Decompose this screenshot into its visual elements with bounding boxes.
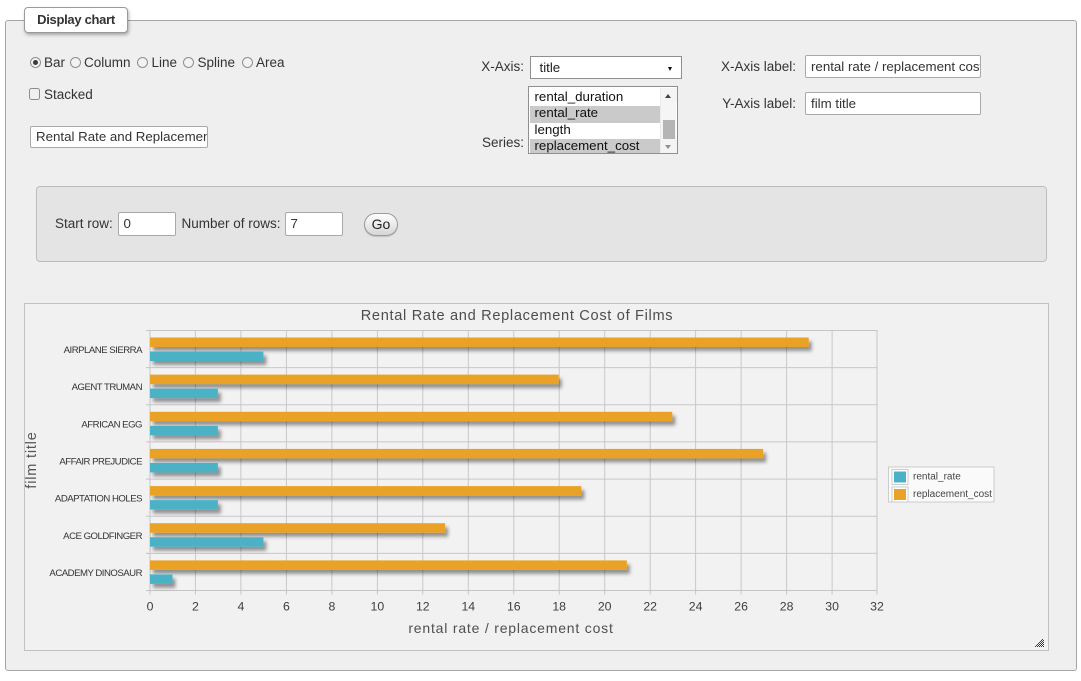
svg-text:film title: film title <box>24 431 40 488</box>
svg-text:AFFAIR PREJUDICE: AFFAIR PREJUDICE <box>59 457 142 468</box>
svg-text:AIRPLANE SIERRA: AIRPLANE SIERRA <box>64 345 143 356</box>
svg-text:30: 30 <box>825 600 839 614</box>
svg-text:4: 4 <box>237 600 244 614</box>
svg-text:replacement_cost: replacement_cost <box>913 489 992 500</box>
svg-text:AFRICAN EGG: AFRICAN EGG <box>81 419 142 430</box>
svg-text:6: 6 <box>283 600 290 614</box>
svg-text:2: 2 <box>192 600 199 614</box>
svg-text:22: 22 <box>643 600 657 614</box>
svg-text:AGENT TRUMAN: AGENT TRUMAN <box>72 382 143 393</box>
svg-text:12: 12 <box>416 600 430 614</box>
svg-text:28: 28 <box>780 600 794 614</box>
svg-text:18: 18 <box>552 600 566 614</box>
svg-text:ACE GOLDFINGER: ACE GOLDFINGER <box>63 531 142 542</box>
svg-text:ADAPTATION HOLES: ADAPTATION HOLES <box>55 494 142 505</box>
svg-text:14: 14 <box>461 600 475 614</box>
svg-text:24: 24 <box>689 600 703 614</box>
svg-text:20: 20 <box>598 600 612 614</box>
svg-text:10: 10 <box>371 600 385 614</box>
svg-text:Rental Rate and Replacement Co: Rental Rate and Replacement Cost of Film… <box>361 308 674 324</box>
svg-text:0: 0 <box>147 600 154 614</box>
svg-text:26: 26 <box>734 600 748 614</box>
svg-text:rental rate / replacement cost: rental rate / replacement cost <box>408 620 613 636</box>
svg-text:32: 32 <box>870 600 884 614</box>
svg-text:rental_rate: rental_rate <box>913 471 961 482</box>
svg-text:16: 16 <box>507 600 521 614</box>
svg-text:8: 8 <box>328 600 335 614</box>
svg-text:ACADEMY DINOSAUR: ACADEMY DINOSAUR <box>49 568 142 579</box>
